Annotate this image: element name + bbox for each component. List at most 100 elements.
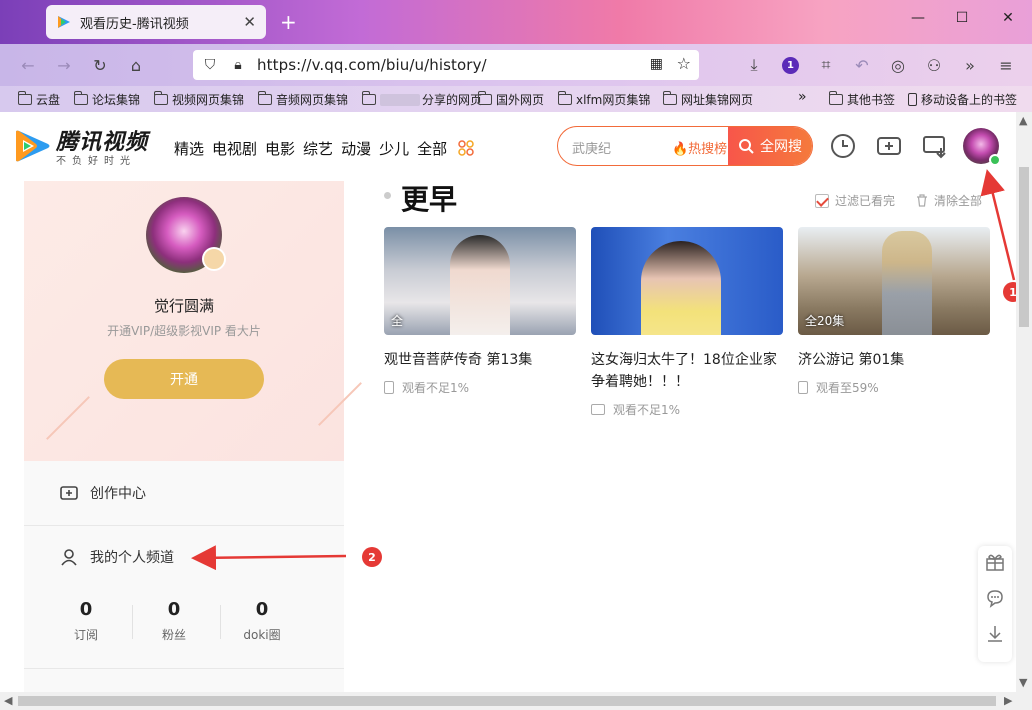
address-bar[interactable]: ⛉ 🔒︎ https://v.qq.com/biu/u/history/ ▦ ☆ — [193, 50, 699, 80]
history-clock-icon[interactable] — [829, 132, 857, 160]
stat-fans[interactable]: 0 粉丝 — [134, 599, 214, 643]
download-icon[interactable]: ⤓ — [742, 53, 766, 77]
history-card[interactable]: 这女海归太牛了！18位企业家争着聘她！！！ 观看不足1% — [591, 227, 783, 418]
video-thumbnail[interactable] — [591, 227, 783, 335]
nav-item-anime[interactable]: 动漫 — [341, 138, 371, 159]
video-thumbnail[interactable]: 全 — [384, 227, 576, 335]
bookmark-label: 音频网页集锦 — [276, 93, 349, 107]
menu-icon[interactable]: ≡ — [994, 53, 1018, 77]
video-title[interactable]: 这女海归太牛了！18位企业家争着聘她！！！ — [591, 349, 783, 393]
bookmark-item[interactable]: 论坛集锦 — [73, 91, 140, 108]
scrollbar-thumb[interactable] — [1019, 167, 1029, 327]
scroll-right-icon[interactable]: ▶ — [1004, 694, 1012, 707]
history-card[interactable]: 全 观世音菩萨传奇 第13集 观看不足1% — [384, 227, 576, 396]
shield-icon[interactable]: ⛉ — [199, 57, 221, 73]
tencent-video-logo-icon[interactable] — [14, 130, 52, 162]
scroll-up-icon[interactable]: ▲ — [1019, 114, 1027, 127]
browser-tab[interactable]: 观看历史-腾讯视频 ✕ — [46, 5, 266, 39]
search-box[interactable]: 武庚纪 🔥热搜榜 全网搜 — [557, 126, 813, 166]
scrollbar-thumb[interactable] — [18, 696, 996, 706]
folder-icon — [361, 91, 376, 105]
trash-icon — [917, 194, 927, 207]
url-text[interactable]: https://v.qq.com/biu/u/history/ — [257, 56, 487, 74]
stat-number: 0 — [255, 599, 269, 620]
progress-text: 观看不足1% — [613, 403, 681, 417]
vertical-scrollbar[interactable]: ▲ ▼ — [1016, 112, 1032, 692]
all-categories-icon[interactable] — [458, 140, 474, 156]
decoration-line — [46, 396, 90, 440]
thumbnail-figure — [641, 241, 721, 335]
game-icon[interactable]: ⚇ — [922, 53, 946, 77]
maximize-icon[interactable]: ☐ — [950, 10, 974, 26]
history-card[interactable]: 全20集 济公游记 第01集 观看至59% — [798, 227, 990, 396]
folder-icon — [73, 91, 88, 105]
annotation-marker: 2 — [362, 547, 382, 567]
download-app-icon[interactable] — [985, 624, 1005, 644]
bookmark-label: 移动设备上的书签 — [921, 93, 1018, 107]
search-input[interactable]: 武庚纪 — [572, 138, 611, 157]
bookmark-item[interactable]: 网址集锦网页 — [662, 91, 754, 108]
bookmark-item[interactable]: 云盘 — [17, 91, 60, 108]
extension-badge[interactable]: 1 — [782, 57, 799, 74]
annotation-marker: 1 — [1003, 282, 1016, 302]
nav-item-all[interactable]: 全部 — [417, 138, 447, 159]
checkbox-icon[interactable] — [815, 193, 829, 208]
horizontal-scrollbar[interactable]: ◀ ▶ — [0, 692, 1032, 710]
window-close-icon[interactable]: ✕ — [996, 10, 1020, 26]
folder-icon — [662, 91, 677, 105]
overflow-icon[interactable]: » — [958, 53, 982, 77]
nav-item-variety[interactable]: 综艺 — [303, 138, 333, 159]
clear-all-button[interactable]: 清除全部 — [916, 192, 982, 209]
bookmark-item[interactable]: 音频网页集锦 — [257, 91, 349, 108]
bookmark-item[interactable]: 视频网页集锦 — [153, 91, 244, 108]
user-avatar[interactable] — [963, 128, 1001, 166]
user-icon — [61, 549, 77, 566]
logo-slogan: 不负好时光 — [56, 156, 136, 167]
close-tab-icon[interactable]: ✕ — [243, 13, 256, 31]
undo-icon[interactable]: ↶ — [850, 53, 874, 77]
nav-item-kids[interactable]: 少儿 — [379, 138, 409, 159]
upload-video-icon[interactable] — [875, 132, 903, 160]
bookmarks-overflow-icon[interactable]: » — [798, 89, 807, 105]
scroll-down-icon[interactable]: ▼ — [1019, 676, 1027, 689]
bookmark-item[interactable]: 其他书签 — [828, 91, 895, 108]
extension-icon[interactable]: ◎ — [886, 53, 910, 77]
profile-avatar[interactable] — [146, 197, 226, 273]
crop-icon[interactable]: ⌗ — [814, 53, 838, 77]
episode-count: 全 — [391, 314, 404, 328]
download-client-icon[interactable] — [921, 132, 949, 160]
bookmark-label: xlfm网页集锦 — [576, 93, 651, 107]
bookmark-item[interactable]: 分享的网页 — [361, 91, 482, 108]
bookmark-item[interactable]: xlfm网页集锦 — [557, 91, 651, 108]
personal-channel-link[interactable]: 我的个人频道 — [24, 525, 344, 589]
video-title[interactable]: 观世音菩萨传奇 第13集 — [384, 349, 576, 371]
creator-center-link[interactable]: 创作中心 — [24, 461, 344, 525]
open-vip-button[interactable]: 开通 — [104, 359, 264, 399]
hot-search-link[interactable]: 🔥热搜榜 — [672, 138, 727, 157]
bookmark-star-icon[interactable]: ☆ — [677, 54, 691, 73]
bookmark-label: 网址集锦网页 — [681, 93, 754, 107]
watch-progress: 观看不足1% — [384, 379, 576, 396]
nav-item-movie[interactable]: 电影 — [265, 138, 295, 159]
reload-icon[interactable]: ↻ — [88, 53, 112, 77]
bookmark-item[interactable]: 移动设备上的书签 — [908, 91, 1017, 108]
stat-doki[interactable]: 0 doki圈 — [222, 599, 302, 643]
video-thumbnail[interactable]: 全20集 — [798, 227, 990, 335]
back-icon[interactable]: ← — [16, 53, 40, 77]
nav-item-featured[interactable]: 精选 — [174, 138, 204, 159]
feedback-icon[interactable] — [985, 588, 1005, 608]
scroll-left-icon[interactable]: ◀ — [4, 694, 12, 707]
lock-icon[interactable]: 🔒︎ — [227, 57, 249, 73]
new-tab-icon[interactable]: + — [280, 10, 297, 34]
bookmark-item[interactable]: 国外网页 — [477, 91, 544, 108]
video-title[interactable]: 济公游记 第01集 — [798, 349, 990, 371]
gift-icon[interactable] — [985, 552, 1005, 572]
minimize-icon[interactable]: — — [906, 10, 930, 26]
stat-subscriptions[interactable]: 0 订阅 — [46, 599, 126, 643]
search-button[interactable]: 全网搜 — [728, 127, 812, 165]
home-icon[interactable]: ⌂ — [124, 53, 148, 77]
nav-item-tv[interactable]: 电视剧 — [212, 138, 257, 159]
forward-icon[interactable]: → — [52, 53, 76, 77]
qr-code-icon[interactable]: ▦ — [650, 56, 663, 72]
filter-watched-toggle[interactable]: 过滤已看完 — [815, 192, 895, 209]
